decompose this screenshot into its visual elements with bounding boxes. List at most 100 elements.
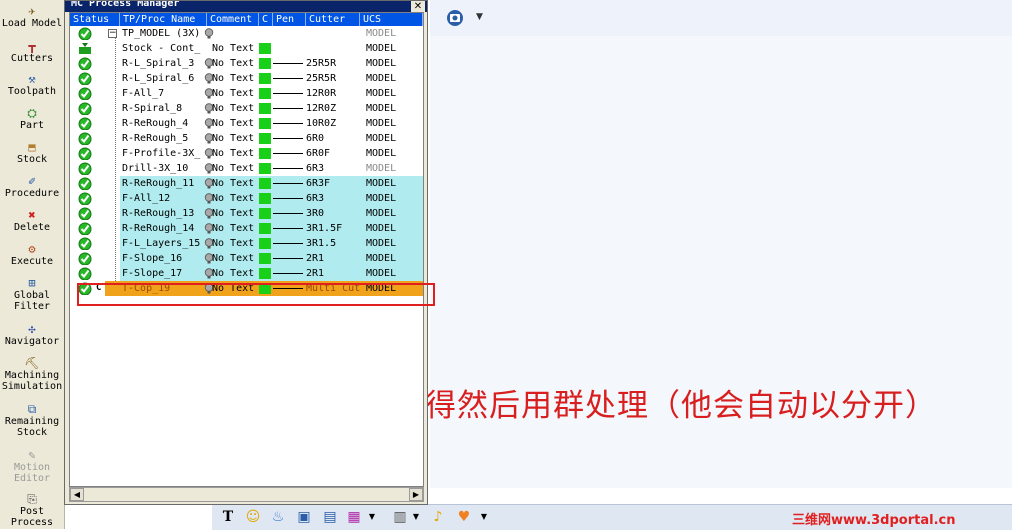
comment-cell[interactable]: No Text: [212, 206, 254, 221]
comment-cell[interactable]: No Text: [212, 86, 254, 101]
comment-cell[interactable]: No Text: [212, 251, 254, 266]
dropdown-arrow-icon[interactable]: ▼: [364, 509, 380, 525]
check-status-icon[interactable]: [78, 177, 92, 191]
procedure-name[interactable]: F-Profile-3X_: [122, 146, 200, 161]
tool-stock[interactable]: ⬒ Stock: [0, 139, 64, 165]
cutter-cell[interactable]: 6R0: [306, 131, 324, 146]
color-swatch[interactable]: [259, 133, 271, 144]
comment-cell[interactable]: No Text: [212, 56, 254, 71]
procedure-name[interactable]: R-ReRough_14: [122, 221, 194, 236]
column-header-status[interactable]: Status: [70, 13, 120, 26]
procedure-name[interactable]: R-ReRough_11: [122, 176, 194, 191]
tool-post-process[interactable]: ⎘ Post Process: [0, 491, 64, 528]
tool-remaining-stock[interactable]: ⧉ Remaining Stock: [0, 401, 64, 438]
column-header-ucs[interactable]: UCS: [360, 13, 423, 26]
heart-icon[interactable]: ♥: [456, 509, 472, 525]
procedure-name[interactable]: R-ReRough_5: [122, 131, 188, 146]
color-swatch[interactable]: [259, 268, 271, 279]
table-row[interactable]: Stock - Cont_ No Text MODEL: [70, 41, 423, 56]
ucs-cell[interactable]: MODEL: [366, 161, 396, 176]
procedure-name[interactable]: F-L_Layers_15: [122, 236, 200, 251]
column-header-comment[interactable]: Comment: [207, 13, 259, 26]
screenshot-icon[interactable]: ▤: [322, 509, 338, 525]
dropdown-arrow-icon[interactable]: ▼: [476, 509, 492, 525]
image-icon[interactable]: ▣: [296, 509, 312, 525]
cutter-cell[interactable]: 25R5R: [306, 56, 336, 71]
ucs-cell[interactable]: MODEL: [366, 116, 396, 131]
check-status-icon[interactable]: [78, 252, 92, 266]
cutter-cell[interactable]: 3R0: [306, 206, 324, 221]
check-status-icon[interactable]: [78, 162, 92, 176]
check-status-icon[interactable]: [78, 57, 92, 71]
scroll-left-button[interactable]: ◀: [70, 488, 84, 501]
check-status-icon[interactable]: [78, 222, 92, 236]
table-row[interactable]: R-ReRough_5 No Text 6R0 MODEL: [70, 131, 423, 146]
color-swatch[interactable]: [259, 193, 271, 204]
cutter-cell[interactable]: 2R1: [306, 251, 324, 266]
bulb-icon[interactable]: [204, 28, 214, 39]
cutter-cell[interactable]: 25R5R: [306, 71, 336, 86]
table-row[interactable]: F-Slope_17 No Text 2R1 MODEL: [70, 266, 423, 281]
color-swatch[interactable]: [259, 43, 271, 54]
ucs-cell[interactable]: MODEL: [366, 206, 396, 221]
comment-cell[interactable]: No Text: [212, 236, 254, 251]
ucs-cell[interactable]: MODEL: [366, 221, 396, 236]
color-swatch[interactable]: [259, 73, 271, 84]
window-title-bar[interactable]: MC Process Manager: [65, 1, 427, 12]
color-swatch[interactable]: [259, 238, 271, 249]
ucs-cell[interactable]: MODEL: [366, 71, 396, 86]
color-swatch[interactable]: [259, 88, 271, 99]
bell-icon[interactable]: ♪: [430, 509, 446, 525]
cutter-cell[interactable]: 12R0R: [306, 86, 336, 101]
ucs-cell[interactable]: MODEL: [366, 86, 396, 101]
table-row[interactable]: F-All_7 No Text 12R0R MODEL: [70, 86, 423, 101]
comment-cell[interactable]: No Text: [212, 116, 254, 131]
procedure-name[interactable]: R-ReRough_13: [122, 206, 194, 221]
cutter-cell[interactable]: 10R0Z: [306, 116, 336, 131]
cutter-cell[interactable]: 6R3: [306, 191, 324, 206]
smiley-icon[interactable]: ☺: [245, 509, 261, 525]
comment-cell[interactable]: No Text: [212, 191, 254, 206]
check-status-icon[interactable]: [78, 132, 92, 146]
cutter-cell[interactable]: 6R3F: [306, 176, 330, 191]
text-format-icon[interactable]: T: [220, 509, 236, 525]
procedure-name[interactable]: R-ReRough_4: [122, 116, 188, 131]
procedure-name[interactable]: F-Slope_16: [122, 251, 182, 266]
ucs-cell[interactable]: MODEL: [366, 236, 396, 251]
ucs-cell[interactable]: MODEL: [366, 101, 396, 116]
comment-cell[interactable]: No Text: [212, 101, 254, 116]
check-status-icon[interactable]: [78, 237, 92, 251]
column-header-pen[interactable]: Pen: [273, 13, 306, 26]
dropdown-arrow-icon[interactable]: ▼: [476, 12, 483, 22]
table-row[interactable]: R-L_Spiral_6 No Text 25R5R MODEL: [70, 71, 423, 86]
ucs-cell[interactable]: MODEL: [366, 266, 396, 281]
stock-status-icon[interactable]: [78, 42, 92, 55]
ucs-cell[interactable]: MODEL: [366, 26, 396, 41]
column-header-c[interactable]: C: [259, 13, 273, 26]
comment-cell[interactable]: No Text: [212, 41, 254, 56]
table-row[interactable]: R-ReRough_13 No Text 3R0 MODEL: [70, 206, 423, 221]
check-status-icon[interactable]: [78, 72, 92, 86]
check-status-icon[interactable]: [78, 87, 92, 101]
tool-procedure[interactable]: ✐ Procedure: [0, 173, 64, 199]
cutter-cell[interactable]: 12R0Z: [306, 101, 336, 116]
ucs-cell[interactable]: MODEL: [366, 56, 396, 71]
tool-toolpath[interactable]: ⚒ Toolpath: [0, 71, 64, 97]
comment-cell[interactable]: No Text: [212, 161, 254, 176]
ucs-cell[interactable]: MODEL: [366, 176, 396, 191]
check-status-icon[interactable]: [78, 147, 92, 161]
color-swatch[interactable]: [259, 148, 271, 159]
color-swatch[interactable]: [259, 58, 271, 69]
tool-navigator[interactable]: ✣ Navigator: [0, 321, 64, 347]
procedure-name[interactable]: R-L_Spiral_6: [122, 71, 194, 86]
comment-cell[interactable]: No Text: [212, 176, 254, 191]
tool-machining-simulation[interactable]: ⛏ Machining Simulation: [0, 355, 64, 392]
tool-delete[interactable]: ✖ Delete: [0, 207, 64, 233]
table-row[interactable]: R-ReRough_11 No Text 6R3F MODEL: [70, 176, 423, 191]
column-header-tp-proc-name[interactable]: TP/Proc Name: [120, 13, 207, 26]
dropdown-arrow-icon[interactable]: ▼: [408, 509, 424, 525]
comment-cell[interactable]: No Text: [212, 71, 254, 86]
cutter-cell[interactable]: 6R0F: [306, 146, 330, 161]
comment-cell[interactable]: No Text: [212, 266, 254, 281]
table-row[interactable]: Drill-3X_10 No Text 6R3 MODEL: [70, 161, 423, 176]
